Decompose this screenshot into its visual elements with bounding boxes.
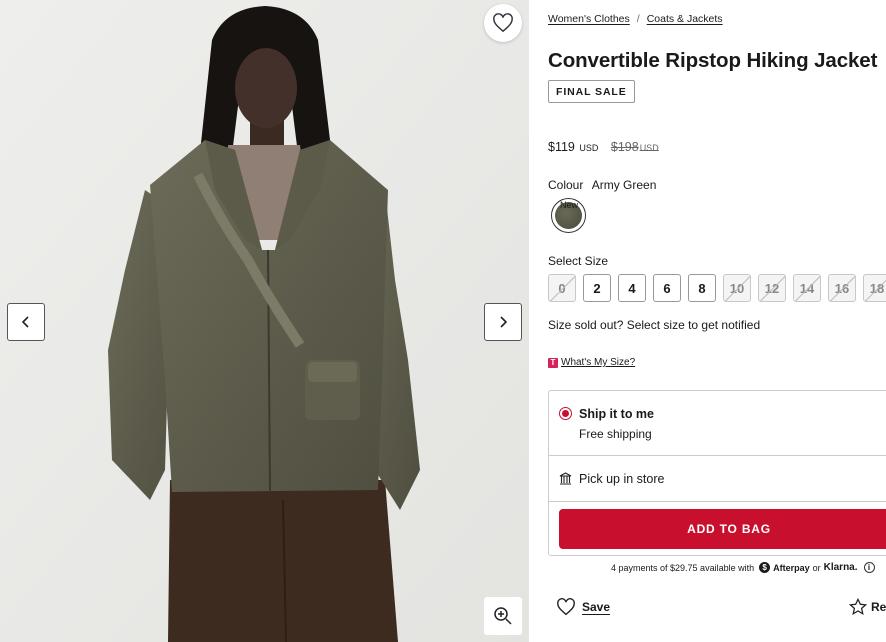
afterpay-label: Afterpay [773, 562, 810, 573]
colour-value: Army Green [591, 178, 657, 192]
chevron-right-icon [500, 316, 508, 328]
zoom-button[interactable] [484, 597, 522, 635]
heart-icon [493, 13, 513, 33]
pickup-in-store-option[interactable]: Pick up in store [549, 456, 886, 502]
size-guide-link[interactable]: T What's My Size? [548, 357, 635, 368]
breadcrumb-coats-jackets[interactable]: Coats & Jackets [647, 13, 723, 25]
radio-selected-icon [559, 407, 572, 420]
breadcrumb-separator: / [636, 13, 640, 25]
colour-heading: Colour [548, 178, 584, 192]
zoom-in-icon [494, 607, 512, 625]
size-guide-label: What's My Size? [561, 357, 636, 368]
select-size-label: Select Size [548, 254, 609, 268]
size-option-8[interactable]: 8 [688, 274, 716, 302]
original-price-currency: USD [639, 143, 659, 153]
size-selector: 0 2 4 6 8 10 12 14 16 18 [548, 274, 886, 302]
installment-text: 4 payments of $29.75 available with [611, 562, 755, 573]
sale-price-currency: USD [579, 143, 599, 153]
product-image-gallery [0, 0, 529, 642]
info-icon[interactable]: i [863, 562, 875, 573]
chevron-left-icon [21, 316, 29, 328]
size-option-12[interactable]: 12 [758, 274, 786, 302]
ship-to-me-option[interactable]: Ship it to me Free shipping [549, 391, 886, 456]
size-guide-icon: T [548, 357, 558, 368]
size-option-2[interactable]: 2 [583, 274, 611, 302]
add-to-bag-button[interactable]: ADD TO BAG [559, 509, 886, 549]
installment-payments-info: 4 payments of $29.75 available with $ Af… [611, 562, 875, 573]
payments-or: or [812, 562, 821, 573]
fulfillment-options: Ship it to me Free shipping Pick up in s… [548, 390, 886, 556]
save-label: Save [582, 600, 611, 614]
pickup-option-label: Pick up in store [579, 472, 665, 486]
sale-price: $119 [548, 140, 575, 154]
final-sale-badge: FINAL SALE [548, 80, 635, 103]
save-button[interactable]: Save [556, 598, 610, 616]
size-option-6[interactable]: 6 [653, 274, 681, 302]
breadcrumb: Women's Clothes / Coats & Jackets [548, 13, 723, 25]
product-details-panel: Women's Clothes / Coats & Jackets Conver… [529, 0, 886, 642]
star-icon [849, 598, 867, 616]
size-option-14[interactable]: 14 [793, 274, 821, 302]
size-option-4[interactable]: 4 [618, 274, 646, 302]
original-price-value: $198 [610, 140, 639, 154]
swatch-new-tag: New [560, 200, 579, 210]
review-label: Re [871, 600, 886, 614]
price: $119 USD $198USD [548, 140, 659, 154]
size-sold-out-note: Size sold out? Select size to get notifi… [548, 318, 761, 332]
size-option-0[interactable]: 0 [548, 274, 576, 302]
afterpay-icon: $ [759, 562, 771, 573]
breadcrumb-womens-clothes[interactable]: Women's Clothes [548, 13, 630, 25]
ship-option-subtitle: Free shipping [579, 427, 652, 441]
original-price: $198USD [611, 140, 659, 154]
size-option-18[interactable]: 18 [863, 274, 886, 302]
size-option-10[interactable]: 10 [723, 274, 751, 302]
product-title: Convertible Ripstop Hiking Jacket [548, 49, 878, 72]
wishlist-button[interactable] [484, 4, 522, 42]
next-image-button[interactable] [484, 303, 522, 341]
store-icon [559, 472, 572, 485]
colour-label: Colour Army Green [548, 178, 656, 192]
review-button[interactable]: Re [849, 598, 886, 616]
product-photo [0, 0, 529, 642]
size-option-16[interactable]: 16 [828, 274, 856, 302]
ship-option-title: Ship it to me [579, 407, 654, 421]
previous-image-button[interactable] [7, 303, 45, 341]
klarna-label: Klarna. [823, 562, 858, 573]
heart-outline-icon [557, 598, 575, 616]
